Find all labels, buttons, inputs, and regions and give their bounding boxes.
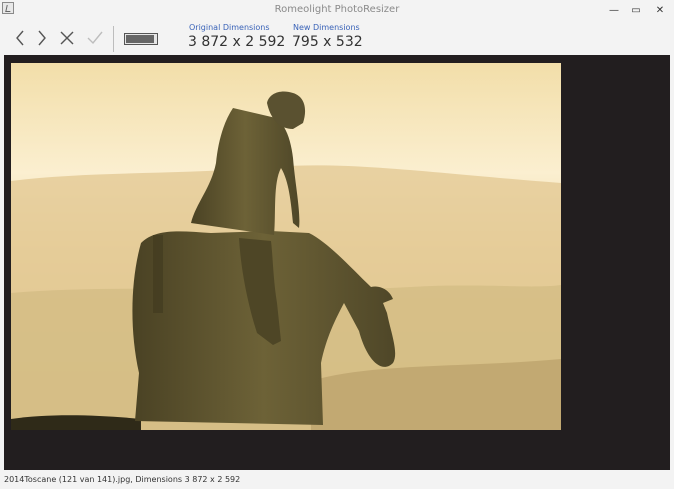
minimize-button[interactable]: — [605, 2, 623, 20]
original-dimensions-label: Original Dimensions [189, 23, 270, 32]
close-icon [60, 31, 74, 45]
quality-fill [126, 35, 154, 43]
status-text: 2014Toscane (121 van 141).jpg, Dimension… [4, 475, 241, 484]
title-bar: Romeolight PhotoResizer — ▭ ✕ [0, 0, 674, 22]
maximize-button[interactable]: ▭ [627, 2, 645, 20]
close-window-button[interactable]: ✕ [651, 2, 669, 20]
cancel-button[interactable] [56, 27, 78, 49]
apply-button[interactable] [84, 27, 106, 49]
new-dimensions-value: 795 x 532 [292, 34, 363, 50]
next-button[interactable] [31, 27, 53, 49]
original-dimensions-value: 3 872 x 2 592 [188, 34, 286, 50]
image-viewer[interactable] [4, 55, 670, 470]
toolbar-separator [113, 26, 114, 52]
chevron-right-icon [38, 30, 46, 46]
previous-button[interactable] [9, 27, 31, 49]
photo-preview [11, 63, 561, 430]
window-title: Romeolight PhotoResizer [274, 4, 400, 15]
toolbar: Original Dimensions 3 872 x 2 592 New Di… [0, 22, 674, 55]
check-icon [87, 31, 103, 45]
quality-slider[interactable] [124, 33, 158, 45]
status-bar: 2014Toscane (121 van 141).jpg, Dimension… [0, 470, 674, 489]
new-dimensions-label: New Dimensions [293, 23, 360, 32]
chevron-left-icon [16, 30, 24, 46]
